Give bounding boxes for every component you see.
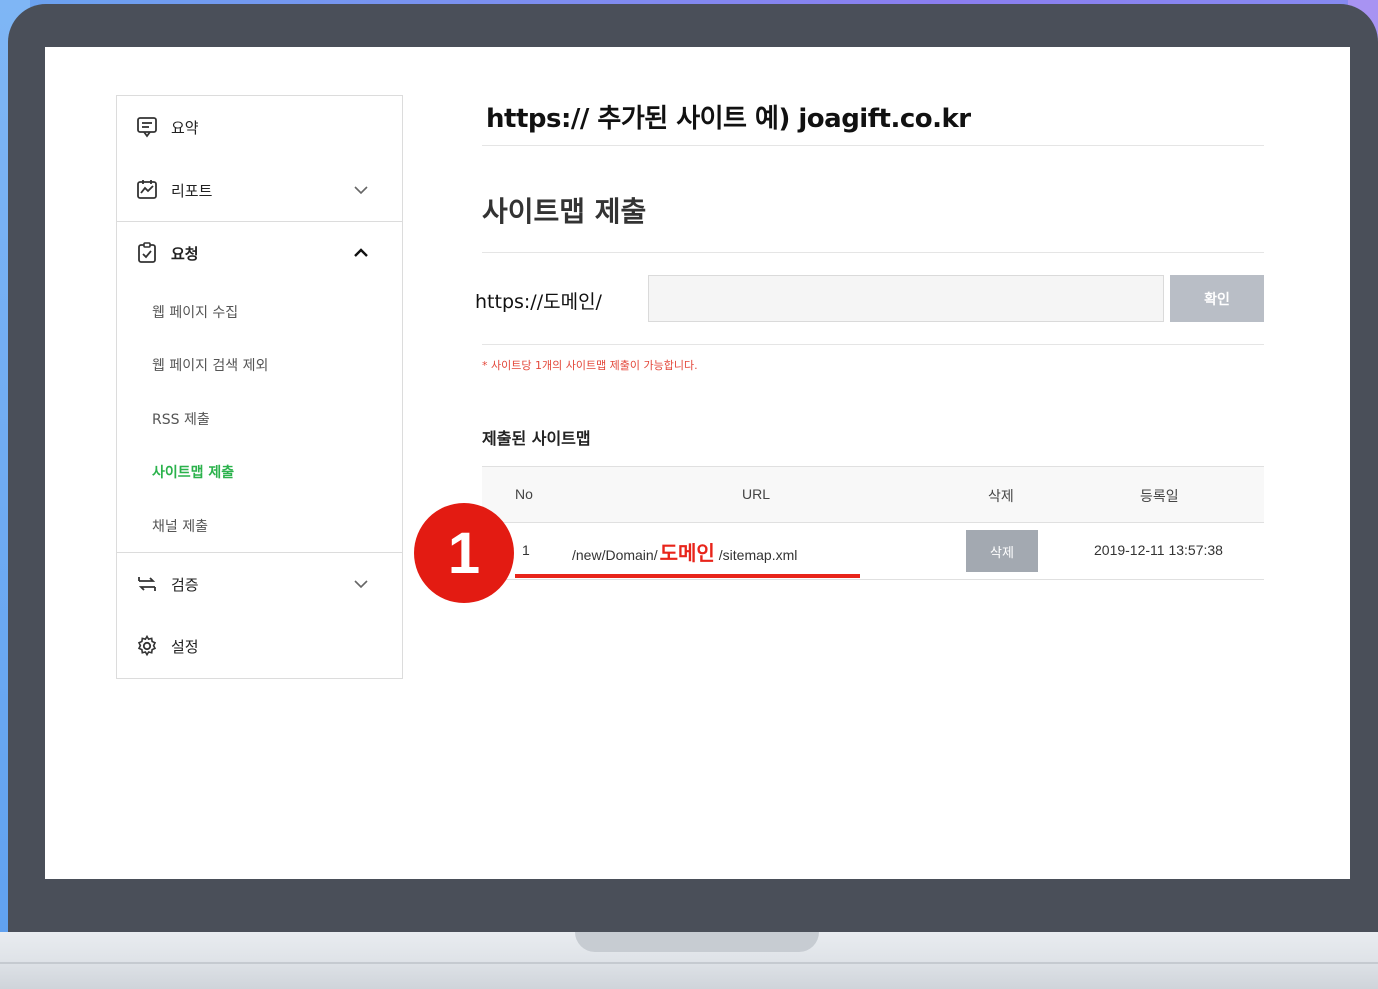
divider — [482, 252, 1264, 253]
chevron-up-icon[interactable] — [351, 243, 371, 263]
sidebar-subitem-channel[interactable]: 채널 제출 — [152, 516, 208, 536]
url-prefix: /new/Domain/ — [572, 547, 658, 563]
notice-text: * 사이트당 1개의 사이트맵 제출이 가능합니다. — [482, 359, 698, 372]
sidebar-item-verify[interactable]: 검증 — [117, 553, 402, 615]
sidebar-subitem-page-exclude[interactable]: 웹 페이지 검색 제외 — [152, 355, 268, 375]
divider — [482, 145, 1264, 146]
column-header-date: 등록일 — [1140, 488, 1179, 504]
laptop-base-edge — [0, 962, 1378, 964]
sidebar-item-settings[interactable]: 설정 — [117, 615, 402, 677]
sidebar-item-label: 요약 — [171, 118, 199, 137]
sidebar-subitem-sitemap[interactable]: 사이트맵 제출 — [152, 462, 234, 482]
laptop-notch — [575, 932, 819, 952]
url-domain-highlight: 도메인 — [659, 541, 715, 565]
page-title: 사이트맵 제출 — [482, 195, 647, 228]
sidebar-item-summary[interactable]: 요약 — [117, 96, 402, 158]
sidebar-subitem-rss[interactable]: RSS 제출 — [152, 409, 210, 429]
sidebar-item-label: 설정 — [171, 637, 199, 656]
sidebar-item-label: 검증 — [171, 575, 199, 594]
report-icon — [137, 180, 157, 199]
row-date: 2019-12-11 13:57:38 — [1094, 542, 1223, 558]
chevron-down-icon[interactable] — [351, 180, 371, 200]
chevron-down-icon[interactable] — [351, 574, 371, 594]
divider — [482, 344, 1264, 345]
sitemap-url-input[interactable] — [648, 275, 1164, 322]
row-url: /new/Domain/ 도메인 /sitemap.xml — [572, 537, 797, 566]
column-header-url: URL — [742, 486, 771, 502]
sidebar-item-request[interactable]: 요청 — [117, 222, 402, 284]
annotation-badge: 1 — [414, 503, 514, 603]
sidebar: 요약 리포트 요청 웹 페이지 수집 웹 페이지 검색 제외 RSS 제출 사이… — [116, 95, 403, 679]
verify-icon — [138, 577, 156, 591]
sidebar-subitem-page-collect[interactable]: 웹 페이지 수집 — [152, 302, 238, 322]
confirm-button[interactable]: 확인 — [1170, 275, 1264, 322]
url-prefix-label: https://도메인/ — [475, 291, 602, 313]
settings-gear-icon — [137, 634, 157, 657]
url-suffix: /sitemap.xml — [718, 547, 798, 563]
site-title: https:// 추가된 사이트 예) joagift.co.kr — [486, 104, 971, 134]
column-header-delete: 삭제 — [988, 488, 1014, 504]
submitted-sitemaps-title: 제출된 사이트맵 — [482, 429, 591, 448]
row-number: 1 — [522, 542, 530, 558]
table-header: No URL 삭제 등록일 — [482, 466, 1264, 523]
summary-icon — [137, 117, 157, 138]
column-header-no: No — [515, 486, 533, 502]
sidebar-item-label: 요청 — [171, 244, 199, 263]
highlight-underline — [515, 574, 860, 578]
request-icon — [138, 242, 156, 263]
delete-button[interactable]: 삭제 — [966, 530, 1038, 572]
sidebar-item-report[interactable]: 리포트 — [117, 159, 402, 221]
table-row: 1 /new/Domain/ 도메인 /sitemap.xml 삭제 2019-… — [482, 523, 1264, 580]
sidebar-item-label: 리포트 — [171, 181, 213, 200]
